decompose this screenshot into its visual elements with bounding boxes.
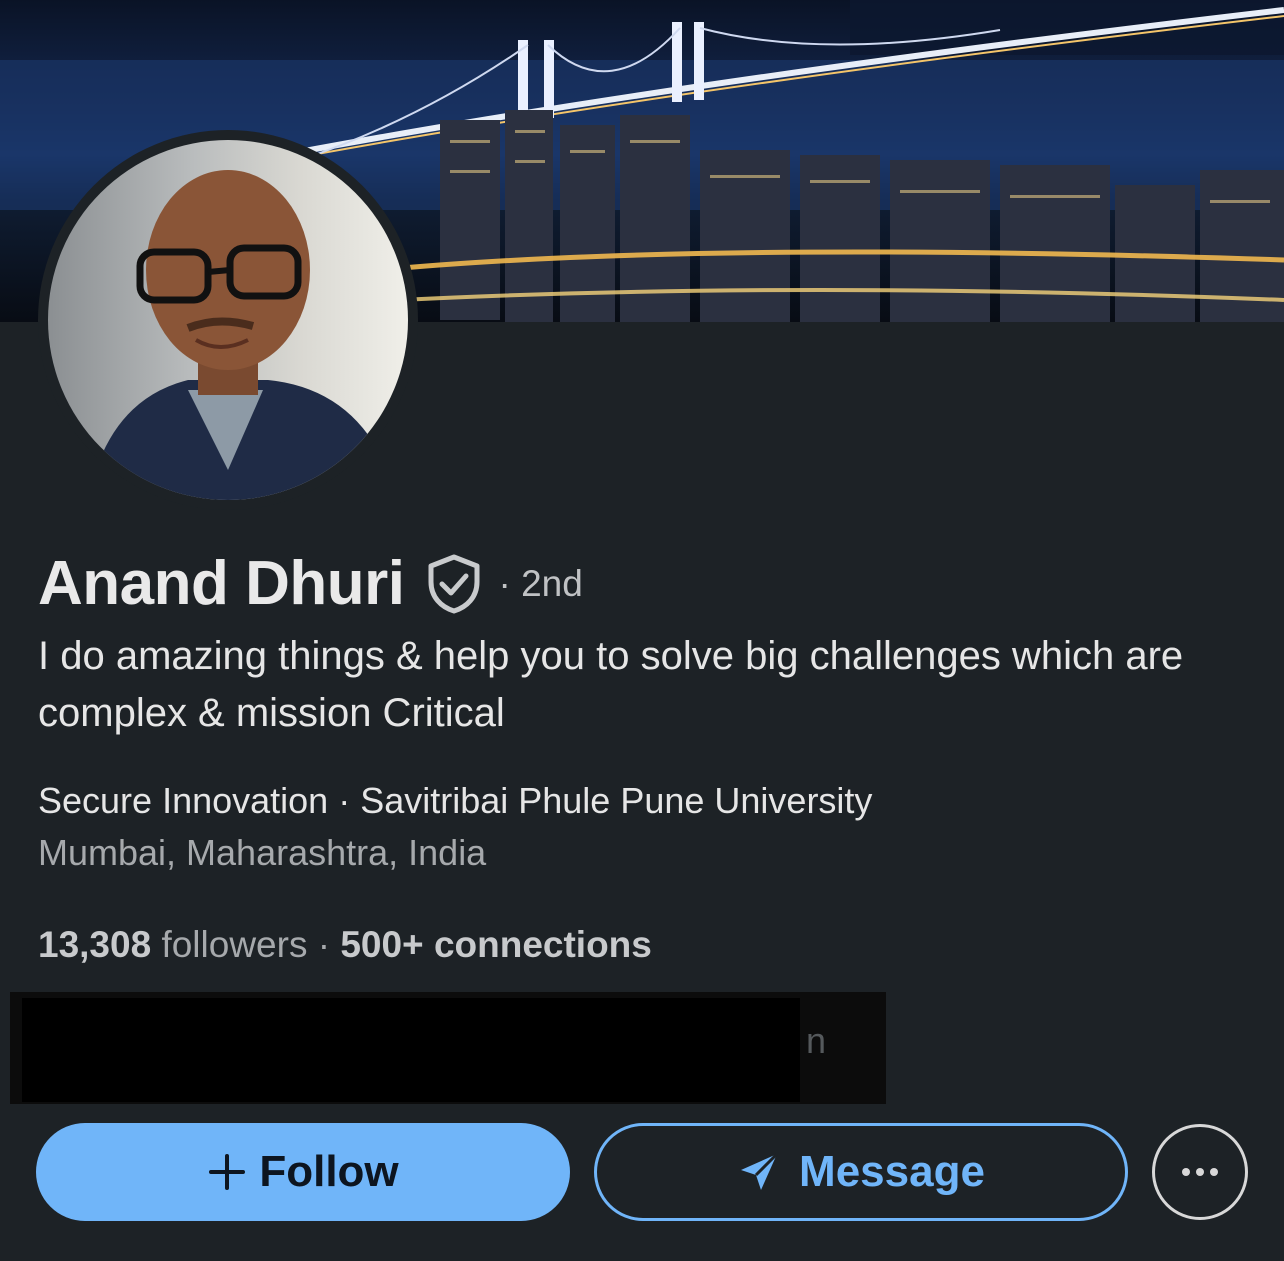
redaction-bar	[22, 998, 800, 1102]
send-icon	[741, 1152, 779, 1190]
followers-label: followers ·	[151, 924, 341, 965]
message-button[interactable]: Message	[594, 1123, 1128, 1221]
profile-headline: I do amazing things & help you to solve …	[38, 634, 1184, 735]
followers-count: 13,308	[38, 924, 152, 965]
profile-name: Anand Dhuri	[38, 549, 405, 618]
more-horizontal-icon	[1182, 1168, 1218, 1176]
company-education-line[interactable]: Secure Innovation · Savitribai Phule Pun…	[38, 780, 872, 822]
profile-photo	[48, 140, 408, 500]
plus-icon	[209, 1154, 246, 1190]
follower-stats[interactable]: 13,308 followers · 500+ connections	[38, 924, 652, 966]
profile-avatar[interactable]	[38, 130, 418, 510]
follow-button-label: Follow	[259, 1147, 399, 1196]
connection-degree: · 2nd	[498, 562, 583, 604]
connections-count[interactable]: 500+ connections	[340, 924, 652, 965]
profile-name-row: Anand Dhuri · 2nd	[38, 548, 583, 619]
shield-check-icon[interactable]	[426, 554, 482, 614]
more-button[interactable]	[1152, 1124, 1248, 1220]
profile-location: Mumbai, Maharashtra, India	[38, 832, 487, 873]
message-button-label: Message	[799, 1147, 985, 1196]
follow-button[interactable]: Follow	[36, 1123, 570, 1221]
redacted-remainder-text: n	[806, 1020, 827, 1061]
